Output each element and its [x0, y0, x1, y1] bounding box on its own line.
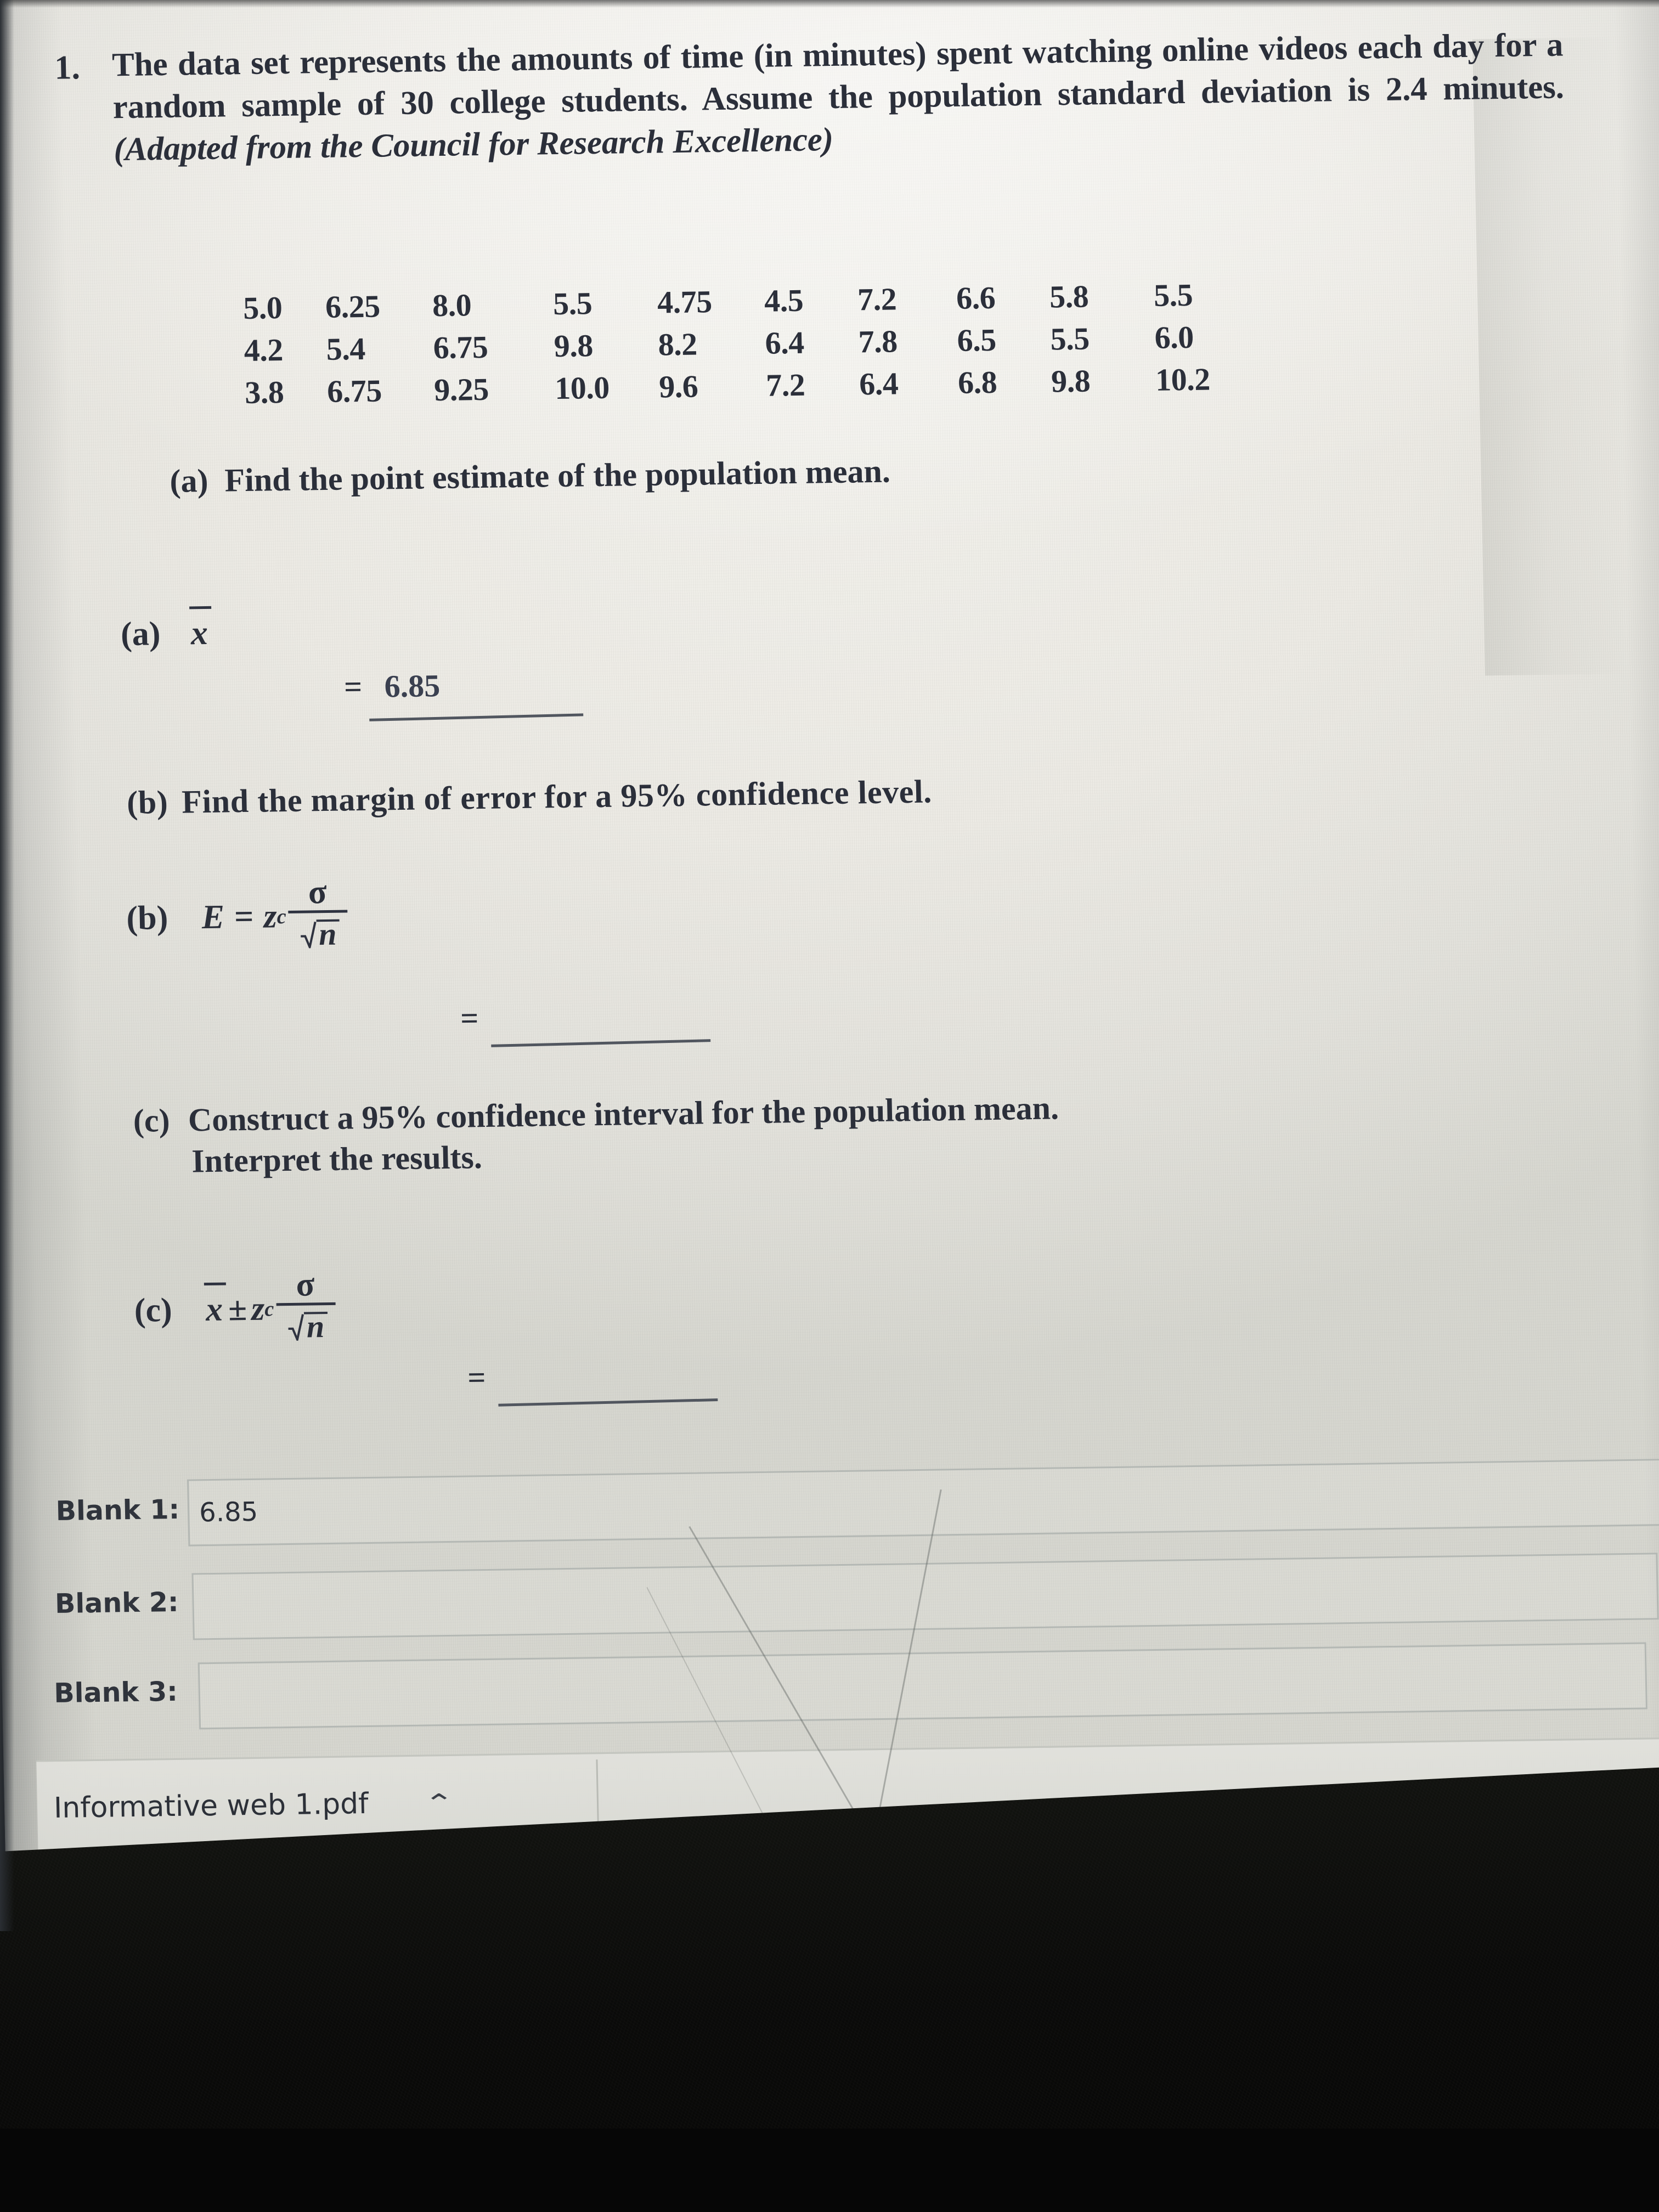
- z-symbol-c: z: [251, 1290, 265, 1328]
- plus-minus-sign: ±: [228, 1290, 247, 1328]
- sigma-symbol-c: σ: [295, 1266, 315, 1304]
- dataset-cell: 5.8: [1049, 278, 1089, 315]
- sigma-over-sqrt-n-c: σ n: [275, 1266, 336, 1345]
- sigma-symbol-b: σ: [308, 873, 328, 911]
- radical-overbar-b: [316, 919, 340, 922]
- z-subscript-c: c: [264, 1297, 274, 1321]
- dataset-cell: 6.6: [956, 279, 996, 316]
- x-bar-letter-c: x: [205, 1290, 223, 1329]
- problem-text: The data set represents the amounts of t…: [111, 26, 1565, 126]
- dataset-cell: 5.5: [552, 285, 592, 322]
- x-bar-symbol: x: [189, 606, 211, 653]
- dataset-cell: 6.25: [325, 288, 381, 325]
- overbar: [189, 606, 211, 610]
- dataset-cell: 6.8: [957, 364, 997, 400]
- dataset-cell: 8.0: [432, 287, 472, 324]
- part-b-text: Find the margin of error for a 95% confi…: [181, 773, 933, 820]
- laptop-screen-photo: (5 points) 1. The data set represents th…: [0, 0, 1659, 2212]
- equals-sign-c-result: =: [467, 1359, 487, 1396]
- dataset-cell: 6.75: [433, 329, 488, 366]
- sqrt-n-b: n: [291, 913, 346, 952]
- z-symbol-b: z: [263, 898, 278, 935]
- dataset-cell: 4.75: [657, 284, 713, 320]
- dataset-cell: 10.0: [554, 369, 610, 407]
- blank-label-3: Blank 3:: [53, 1675, 178, 1709]
- part-c-result: =: [467, 1359, 500, 1396]
- dataset-cell: 5.5: [1049, 320, 1090, 357]
- problem-body: The data set represents the amounts of t…: [111, 24, 1565, 171]
- dataset-cell: 6.4: [859, 365, 899, 402]
- part-a-text: Find the point estimate of the populatio…: [224, 453, 891, 499]
- problem-statement: 1. The data set represents the amounts o…: [54, 24, 1565, 172]
- radical-sign-c: [288, 1314, 304, 1341]
- part-b-formula: (b) E = zc σ n: [126, 873, 351, 956]
- dataset-cell: 9.25: [433, 371, 489, 408]
- dataset-cell: 5.5: [1153, 276, 1193, 313]
- blank-row: Blank 2:: [32, 1549, 1659, 1644]
- dataset-cell: 4.5: [764, 282, 804, 319]
- dataset-cell: 10.2: [1155, 361, 1211, 398]
- blank-input-3[interactable]: [198, 1642, 1647, 1730]
- part-c-label: (c): [133, 1102, 171, 1139]
- equals-sign-b-result: =: [460, 1000, 479, 1036]
- chevron-up-icon[interactable]: ⌃: [424, 1788, 454, 1817]
- part-a-answer: (a) x: [120, 606, 211, 654]
- part-a-value: 6.85: [383, 668, 441, 704]
- dataset-cell: 4.2: [244, 332, 284, 369]
- top-edge-shadow: [0, 0, 1659, 8]
- overbar-c: [204, 1282, 227, 1286]
- dataset-cell: 6.5: [956, 321, 997, 358]
- z-subscript-b: c: [276, 905, 287, 928]
- E-symbol: E: [201, 898, 225, 936]
- dataset-cell: 6.75: [326, 373, 382, 409]
- dataset-cell: 6.0: [1154, 319, 1194, 356]
- dataset-table: 5.0 6.25 8.0 5.5 4.75 4.5 7.2 6.6 5.8 5.5 4.2 5.4 6.…: [242, 272, 1298, 414]
- dataset-cell: 5.0: [242, 290, 283, 326]
- dataset-cell: 3.8: [244, 374, 284, 410]
- dataset-cell: 8.2: [658, 326, 698, 363]
- download-file-name: Informative web 1.pdf: [53, 1787, 369, 1825]
- sigma-over-sqrt-n-b: σ n: [287, 873, 348, 952]
- radical-overbar-c: [304, 1312, 328, 1314]
- blank-row: Blank 3:: [34, 1635, 1659, 1730]
- answer-c-label: (c): [134, 1291, 173, 1329]
- part-c-formula: (c) x ± zc σ n: [133, 1266, 338, 1348]
- x-bar-letter: x: [190, 614, 208, 652]
- dataset-cell: 9.8: [1051, 363, 1091, 399]
- answer-a-label: (a): [120, 615, 161, 653]
- dataset-cell: 9.8: [554, 328, 594, 364]
- laptop-display: (5 points) 1. The data set represents th…: [0, 0, 1659, 1980]
- blank-input-2[interactable]: [191, 1553, 1659, 1640]
- problem-number: 1.: [54, 49, 81, 87]
- part-a-result: = 6.85: [343, 667, 440, 705]
- radical-sign-b: [301, 921, 317, 949]
- dataset-cell: 5.4: [326, 330, 366, 367]
- answer-blanks-form: Blank 1: 6.85 Blank 2: Blank 3:: [31, 1458, 1659, 1745]
- equals-sign-b: =: [234, 898, 255, 936]
- blank-label-1: Blank 1:: [55, 1493, 180, 1527]
- sqrt-n-c: n: [279, 1305, 334, 1345]
- dataset-cell: 7.8: [857, 323, 898, 360]
- dataset-cell: 6.4: [764, 324, 805, 361]
- laptop-bezel-bottom: [0, 2129, 1659, 2212]
- left-edge-shadow: [0, 0, 14, 1931]
- problem-citation: (Adapted from the Council for Research E…: [113, 121, 834, 168]
- equals-sign-a: =: [343, 669, 363, 705]
- dataset-cell: 7.2: [765, 366, 805, 403]
- dataset-cell: 9.6: [658, 368, 698, 405]
- answer-b-label: (b): [126, 899, 168, 938]
- download-item[interactable]: Informative web 1.pdf ⌃: [53, 1786, 454, 1825]
- blank-label-2: Blank 2:: [54, 1586, 179, 1620]
- dataset-cell: 7.2: [857, 281, 897, 318]
- margin-of-error-formula: E = zc σ n: [201, 873, 351, 955]
- part-b-label: (b): [126, 784, 169, 821]
- part-a-label: (a): [169, 462, 209, 499]
- confidence-interval-formula: x ± zc σ n: [204, 1266, 338, 1347]
- part-b-result: =: [460, 1000, 493, 1037]
